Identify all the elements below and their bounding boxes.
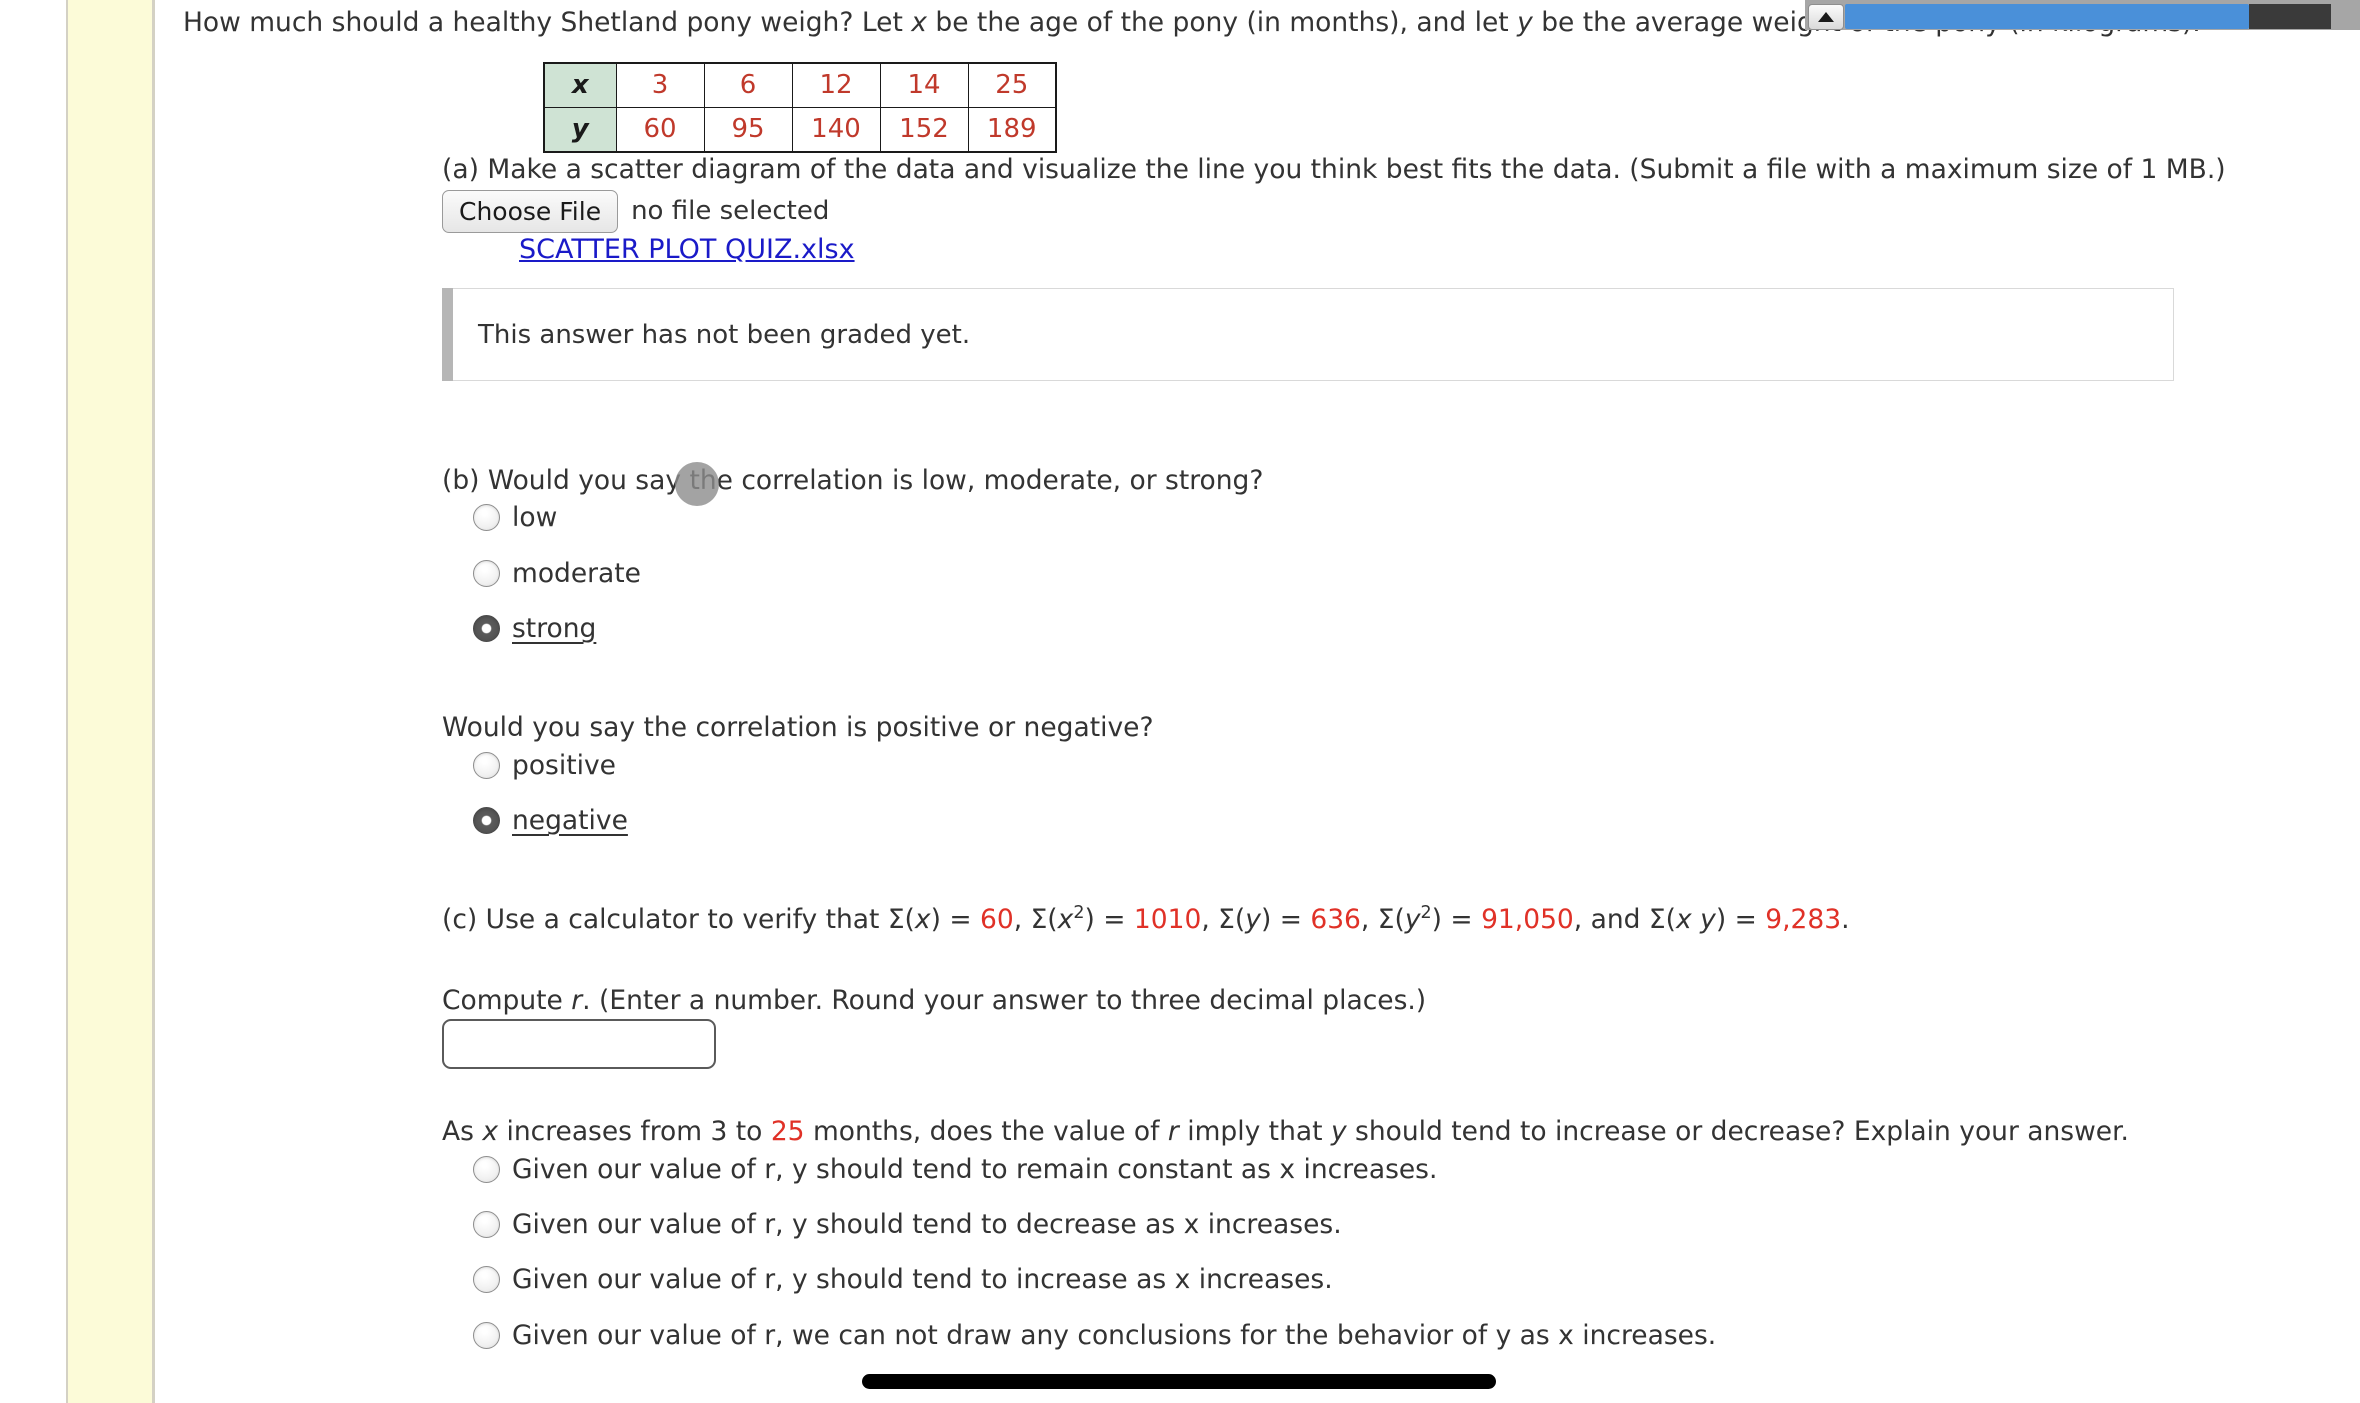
- table-header-y: y: [543, 107, 617, 153]
- radio-icon-strong[interactable]: [473, 615, 500, 643]
- compute-r-prompt: Compute r. (Enter a number. Round your a…: [442, 985, 1427, 1016]
- final-question-highlight: 25: [770, 1116, 805, 1147]
- radio-option-positive[interactable]: positive: [473, 748, 616, 784]
- radio-option-b-strong[interactable]: strong: [473, 611, 596, 647]
- table-cell-x-0: 3: [615, 62, 705, 109]
- home-indicator[interactable]: [862, 1374, 1496, 1389]
- radio-icon-final-increase[interactable]: [473, 1266, 500, 1294]
- radio-option-b-low[interactable]: low: [473, 500, 557, 536]
- radio-icon-positive[interactable]: [473, 752, 500, 780]
- file-status-text: no file selected: [631, 195, 830, 226]
- table-header-x: x: [543, 62, 617, 109]
- part-b-prompt: (b) Would you say the correlation is low…: [442, 465, 1264, 496]
- radio-label-final-no-conclusion: Given our value of r, we can not draw an…: [512, 1320, 1717, 1351]
- radio-option-final-decrease[interactable]: Given our value of r, y should tend to d…: [473, 1207, 1342, 1243]
- var-r: r: [571, 985, 583, 1016]
- table-cell-y-4: 189: [967, 107, 1057, 153]
- radio-option-negative[interactable]: negative: [473, 803, 628, 839]
- table-row-x: x 3 6 12 14 25: [543, 62, 1057, 109]
- radio-icon-final-decrease[interactable]: [473, 1211, 500, 1239]
- sum-x2-label: , Σ(x2) =: [1013, 903, 1134, 935]
- radio-label-negative: negative: [512, 805, 628, 836]
- sum-xy-label: , and Σ(x y) =: [1573, 904, 1766, 935]
- scrollbar-track-end[interactable]: [2249, 4, 2331, 29]
- sum-x2-value: 1010: [1133, 904, 1202, 935]
- sum-y-label: , Σ(y) =: [1201, 904, 1311, 935]
- radio-icon-final-no-conclusion[interactable]: [473, 1322, 500, 1350]
- table-cell-y-2: 140: [791, 107, 881, 153]
- radio-label-moderate: moderate: [512, 558, 641, 589]
- radio-icon-low[interactable]: [473, 504, 500, 532]
- radio-option-final-constant[interactable]: Given our value of r, y should tend to r…: [473, 1152, 1437, 1188]
- table-row-y: y 60 95 140 152 189: [543, 107, 1057, 153]
- uploaded-file-link[interactable]: SCATTER PLOT QUIZ.xlsx: [519, 232, 855, 268]
- touch-cursor-indicator: [675, 462, 719, 506]
- radio-icon-final-constant[interactable]: [473, 1156, 500, 1184]
- graded-notice-accent-bar: [442, 288, 453, 381]
- sum-y-value: 636: [1310, 904, 1361, 935]
- table-cell-y-0: 60: [615, 107, 705, 153]
- radio-icon-negative[interactable]: [473, 807, 500, 835]
- radio-label-positive: positive: [512, 750, 616, 781]
- table-cell-y-3: 152: [879, 107, 969, 153]
- table-cell-x-4: 25: [967, 62, 1057, 109]
- r-answer-input[interactable]: [442, 1019, 716, 1069]
- part-c-prefix: (c) Use a calculator to verify that: [442, 904, 888, 935]
- scrollbar-thumb[interactable]: [1845, 4, 2249, 29]
- part-a-prompt: (a) Make a scatter diagram of the data a…: [442, 154, 2226, 185]
- radio-label-final-constant: Given our value of r, y should tend to r…: [512, 1154, 1438, 1185]
- page-left-margin: [0, 0, 68, 1403]
- sidebar-highlight-strip: [68, 0, 153, 1403]
- radio-label-strong: strong: [512, 613, 597, 644]
- table-cell-x-1: 6: [703, 62, 793, 109]
- radio-label-final-increase: Given our value of r, y should tend to i…: [512, 1264, 1333, 1295]
- graded-notice-text: This answer has not been graded yet.: [478, 320, 971, 350]
- radio-icon-moderate[interactable]: [473, 560, 500, 588]
- sum-xy-value: 9,283: [1765, 904, 1842, 935]
- radio-option-final-no-conclusion[interactable]: Given our value of r, we can not draw an…: [473, 1318, 1716, 1354]
- data-table: x 3 6 12 14 25 y 60 95 140 152 189: [543, 62, 1057, 154]
- radio-label-low: low: [512, 502, 558, 533]
- triangle-up-icon: [1818, 12, 1834, 22]
- sum-y2-label: , Σ(y2) =: [1360, 903, 1482, 935]
- part-b-sign-prompt: Would you say the correlation is positiv…: [442, 712, 1154, 743]
- sum-y2-value: 91,050: [1481, 904, 1574, 935]
- page-root: How much should a healthy Shetland pony …: [0, 0, 2360, 1403]
- file-upload-row: Choose File no file selected: [442, 190, 829, 233]
- choose-file-button[interactable]: Choose File: [442, 190, 619, 233]
- table-cell-x-2: 12: [791, 62, 881, 109]
- var-x: x: [911, 7, 927, 38]
- table-cell-y-1: 95: [703, 107, 793, 153]
- part-c-prompt: (c) Use a calculator to verify that Σ(x)…: [442, 902, 1850, 938]
- sum-x-label: Σ(x) =: [887, 904, 980, 935]
- sum-x-value: 60: [979, 904, 1014, 935]
- radio-option-b-moderate[interactable]: moderate: [473, 556, 641, 592]
- radio-option-final-increase[interactable]: Given our value of r, y should tend to i…: [473, 1262, 1333, 1298]
- scroll-up-button[interactable]: [1808, 4, 1844, 30]
- final-question-prompt: As x increases from 3 to 25 months, does…: [442, 1116, 2129, 1147]
- main-content: How much should a healthy Shetland pony …: [155, 0, 2360, 1403]
- radio-label-final-decrease: Given our value of r, y should tend to d…: [512, 1209, 1342, 1240]
- var-y: y: [1517, 7, 1533, 38]
- table-cell-x-3: 14: [879, 62, 969, 109]
- part-c-suffix: .: [1841, 904, 1850, 935]
